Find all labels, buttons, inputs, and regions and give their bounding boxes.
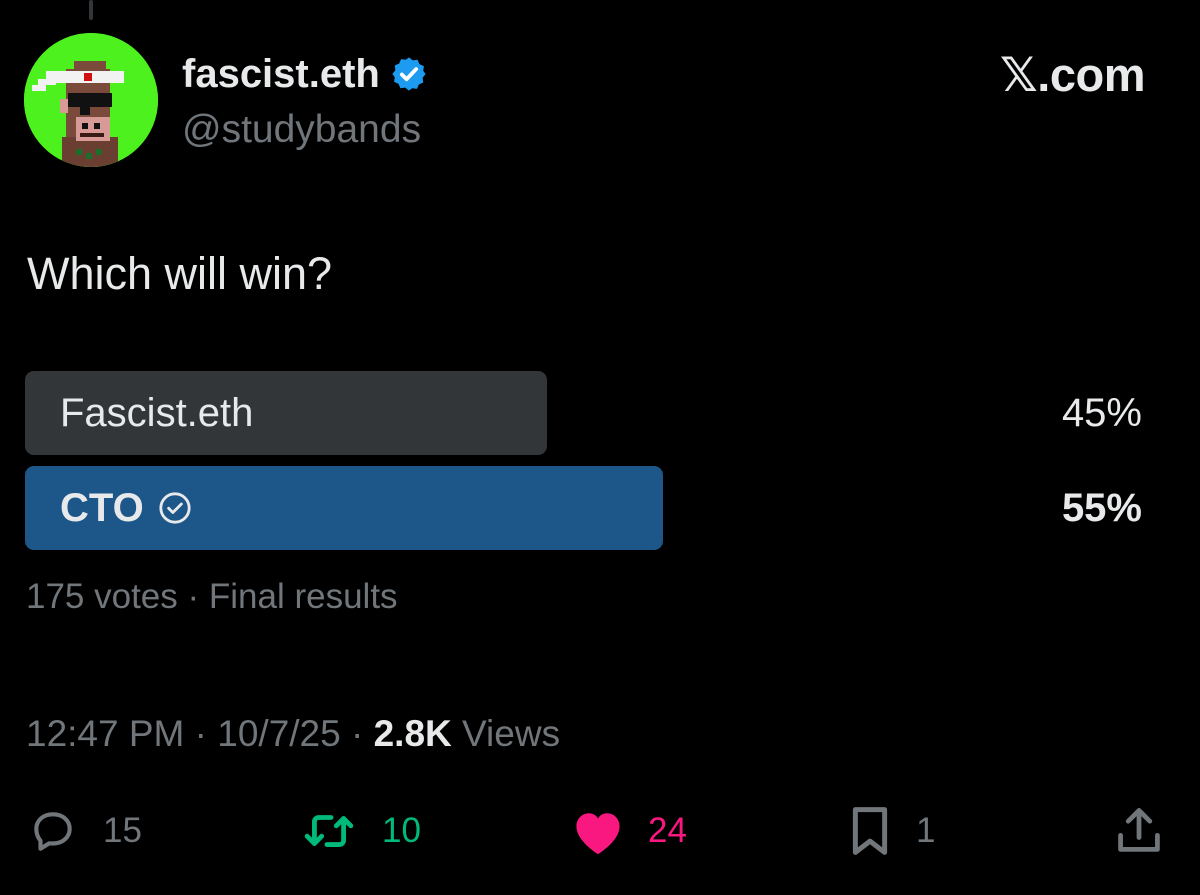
poll-option-percent: 55% [1061, 486, 1142, 530]
poll-meta: 175 votes · Final results [26, 577, 398, 616]
poll-option-cto: CTO 55% [25, 466, 1142, 550]
repost-button[interactable]: 10 [298, 800, 421, 862]
bookmark-count: 1 [916, 811, 936, 850]
separator: · [351, 713, 364, 754]
user-handle[interactable]: @studybands [182, 104, 421, 156]
poll-option-label: Fascist.eth [60, 371, 253, 455]
thread-connector-line [89, 0, 93, 20]
views-label[interactable]: Views [462, 713, 560, 754]
reply-button[interactable]: 15 [25, 800, 142, 862]
separator: · [194, 713, 207, 754]
reply-icon [34, 812, 72, 851]
poll-option-label: CTO [60, 466, 192, 550]
poll-option-text: Fascist.eth [60, 391, 254, 435]
display-name[interactable]: fascist.eth [182, 47, 380, 101]
avatar[interactable] [24, 33, 158, 167]
tweet-text: Which will win? [27, 248, 333, 299]
views-count[interactable]: 2.8K [374, 713, 452, 754]
like-count: 24 [648, 811, 687, 850]
bookmark-icon [852, 807, 888, 855]
share-icon [1118, 808, 1160, 852]
x-brand-watermark: 𝕏.com [999, 48, 1146, 101]
verified-badge-icon[interactable] [390, 55, 428, 93]
action-bar: 15 10 24 1 [0, 800, 1200, 862]
reply-count: 15 [103, 811, 142, 850]
avatar-image [24, 33, 158, 167]
like-button[interactable]: 24 [570, 800, 687, 862]
heart-icon [576, 813, 620, 855]
share-button[interactable] [1113, 800, 1165, 862]
tweet-timestamp: 12:47 PM · 10/7/25 · 2.8K Views [26, 710, 560, 758]
bookmark-button[interactable]: 1 [846, 800, 935, 862]
poll-option-text: CTO [60, 486, 144, 530]
tweet-date[interactable]: 10/7/25 [217, 713, 340, 754]
check-circle-icon [159, 492, 191, 524]
poll-option-fascist-eth: Fascist.eth 45% [25, 371, 1142, 455]
repost-icon [304, 815, 354, 847]
display-name-row[interactable]: fascist.eth [182, 47, 428, 101]
poll-option-percent: 45% [1061, 391, 1142, 435]
repost-count: 10 [382, 811, 421, 850]
tweet-time[interactable]: 12:47 PM [26, 713, 184, 754]
